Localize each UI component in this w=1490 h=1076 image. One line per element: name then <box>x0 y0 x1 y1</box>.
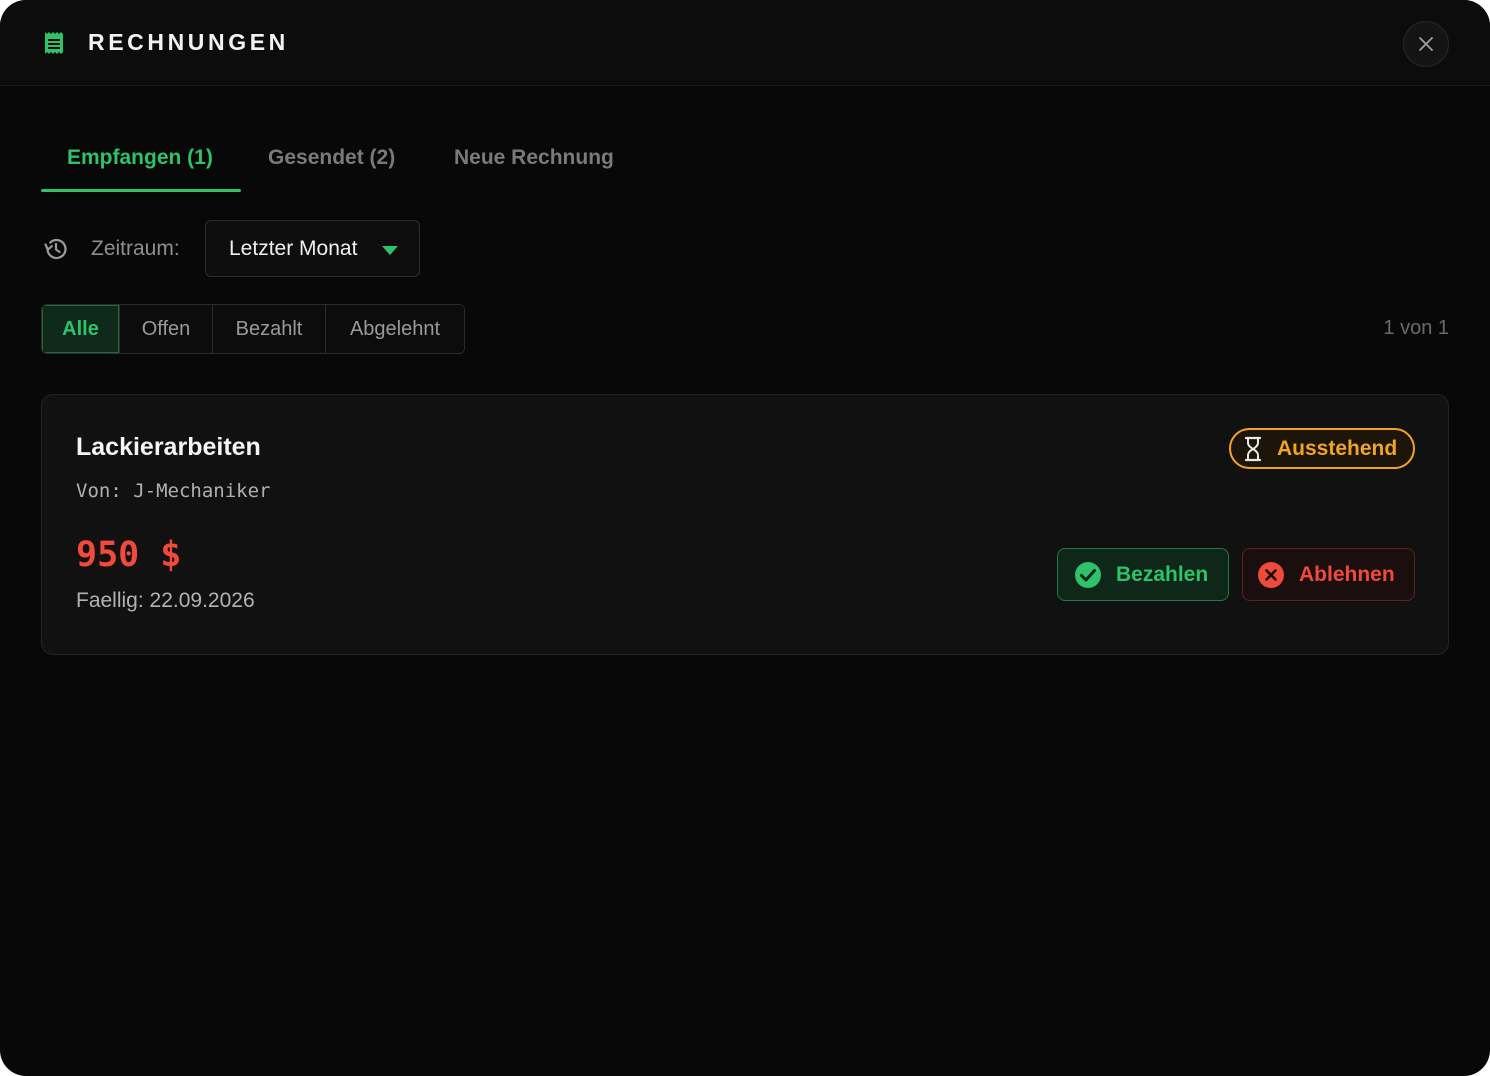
filter-all[interactable]: Alle <box>42 305 120 353</box>
status-badge: Ausstehend <box>1229 428 1415 469</box>
invoice-amount: 950 $ <box>76 535 182 575</box>
status-filter-group: Alle Offen Bezahlt Abgelehnt <box>41 304 465 354</box>
check-circle-icon <box>1075 561 1101 588</box>
invoice-due-date: Faellig: 22.09.2026 <box>76 589 255 612</box>
status-text: Ausstehend <box>1277 436 1398 460</box>
history-icon <box>44 238 67 260</box>
active-tab-indicator <box>41 189 241 192</box>
decline-button[interactable]: Ablehnen <box>1242 548 1415 601</box>
invoices-window: RECHNUNGEN Empfangen (1) Gesendet (2) Ne… <box>0 0 1490 1076</box>
filter-paid[interactable]: Bezahlt <box>213 305 326 353</box>
tab-sent[interactable]: Gesendet (2) <box>268 146 395 170</box>
close-icon <box>1419 37 1433 51</box>
period-selected-value: Letzter Monat <box>229 237 358 260</box>
close-button[interactable] <box>1403 21 1449 67</box>
x-circle-icon <box>1258 561 1284 588</box>
period-label: Zeitraum: <box>91 237 180 260</box>
decline-button-label: Ablehnen <box>1299 562 1395 586</box>
tab-new-invoice[interactable]: Neue Rechnung <box>454 146 614 170</box>
filter-declined[interactable]: Abgelehnt <box>326 305 464 353</box>
receipt-icon <box>45 32 63 54</box>
invoice-title: Lackierarbeiten <box>76 433 261 461</box>
pay-button-label: Bezahlen <box>1116 562 1209 586</box>
pay-button[interactable]: Bezahlen <box>1057 548 1229 601</box>
period-select[interactable]: Letzter Monat <box>205 220 420 277</box>
window-title: RECHNUNGEN <box>88 29 289 55</box>
chevron-down-icon <box>382 246 398 255</box>
invoice-card: Lackierarbeiten Von: J-Mechaniker 950 $ … <box>41 394 1449 655</box>
page-count: 1 von 1 <box>1383 317 1449 339</box>
hourglass-icon <box>1244 436 1262 461</box>
window-header: RECHNUNGEN <box>0 0 1490 86</box>
invoice-sender: Von: J-Mechaniker <box>76 480 271 502</box>
filter-open[interactable]: Offen <box>120 305 213 353</box>
tab-received[interactable]: Empfangen (1) <box>67 146 213 170</box>
